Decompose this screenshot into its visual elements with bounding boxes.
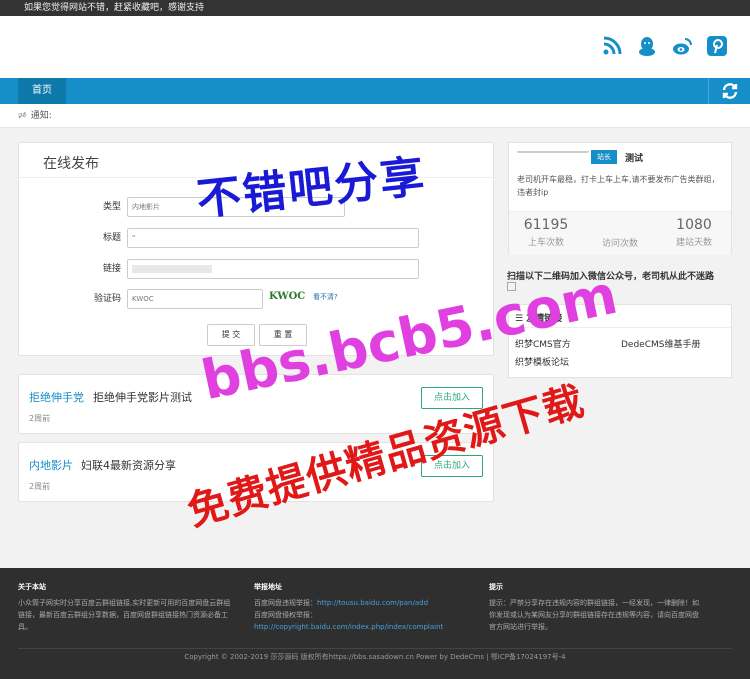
footer-about-title: 关于本站: [18, 583, 46, 591]
qr-caption: 扫描以下二维码加入微信公众号，老司机从此不迷路: [507, 272, 715, 282]
type-select[interactable]: 内地影片: [127, 197, 345, 217]
item-category[interactable]: 拒绝伸手党: [29, 389, 84, 405]
site-footer: 关于本站 小众筒子网实时分享百度云群组链接,实时更新可用的百度网盘云群组链接，最…: [0, 568, 750, 679]
qq-icon[interactable]: [636, 35, 658, 57]
captcha-input[interactable]: KWOC: [127, 289, 263, 309]
item-time: 2周前: [29, 414, 51, 423]
stat-value: 61195: [523, 217, 569, 233]
list-item: 拒绝伸手党 拒绝伸手党影片测试 2周前 点击加入: [18, 374, 494, 434]
social-icons: [601, 35, 728, 57]
stat-value: [585, 217, 655, 234]
type-label: 类型: [102, 202, 121, 212]
friend-link[interactable]: 织梦CMS官方: [515, 337, 571, 350]
captcha-image[interactable]: KWOC: [269, 289, 311, 305]
report-link-2[interactable]: http://copyright.baidu.com/index.php/ind…: [254, 623, 443, 631]
link-input[interactable]: [127, 259, 419, 279]
list-item: 内地影片 妇联4最新资源分享 2周前 点击加入: [18, 442, 494, 502]
stats-row: 61195 上车次数 访问次数 1080 建站天数: [509, 211, 731, 255]
top-notice-bar: 如果您觉得网站不错，赶紧收藏吧，感谢支持: [0, 0, 750, 16]
site-stats-card: 站长 测试 老司机开车最稳，打卡上车上车,请不要发布广告类群组，违者封ip 61…: [508, 142, 732, 255]
stat-label: 上车次数: [527, 238, 564, 248]
report-link-1[interactable]: http://tousu.baidu.com/pan/add: [317, 599, 428, 607]
divider: [509, 327, 731, 328]
admin-badge: 站长: [591, 150, 617, 164]
title-label: 标题: [102, 233, 121, 243]
site-header: [0, 16, 750, 78]
reset-button[interactable]: 重 置: [259, 324, 307, 346]
item-name[interactable]: 拒绝伸手党影片测试: [93, 389, 192, 405]
notice-label: 通知:: [30, 111, 52, 121]
refresh-button[interactable]: [708, 78, 750, 104]
footer-about: 关于本站 小众筒子网实时分享百度云群组链接,实时更新可用的百度网盘云群组链接，最…: [18, 582, 234, 633]
stat-rides: 61195 上车次数: [511, 217, 581, 248]
megaphone-icon: 🕫: [18, 111, 27, 121]
join-button[interactable]: 点击加入: [421, 455, 483, 477]
site-description: 老司机开车最稳，打卡上车上车,请不要发布广告类群组，违者封ip: [517, 175, 720, 197]
stat-days: 1080 建站天数: [659, 217, 729, 248]
footer-tip-text: 提示：严禁分享存在违规内容的群组链接，一经发现，一律删除！如你发现或认为某网友分…: [489, 599, 699, 631]
item-time: 2周前: [29, 482, 51, 491]
avatar: [517, 149, 589, 153]
footer-report: 举报地址 百度网盘违规举报：http://tousu.baidu.com/pan…: [254, 582, 470, 633]
main-nav: 首页: [0, 78, 750, 104]
form-title: 在线发布: [43, 156, 99, 172]
friend-links-card: ☰ 友情链接 织梦CMS官方 DedeCMS维基手册 织梦模板论坛: [508, 304, 732, 378]
captcha-label: 验证码: [93, 294, 121, 304]
item-name[interactable]: 妇联4最新资源分享: [81, 457, 176, 473]
weibo-icon[interactable]: [671, 35, 693, 57]
friend-link[interactable]: DedeCMS维基手册: [621, 337, 700, 350]
stat-value: 1080: [676, 217, 712, 233]
footer-tip: 提示 提示：严禁分享存在违规内容的群组链接，一经发现，一律删除！如你发现或认为某…: [489, 582, 705, 633]
footer-about-text: 小众筒子网实时分享百度云群组链接,实时更新可用的百度网盘云群组链接，最新百度云群…: [18, 599, 231, 631]
stat-visits: 访问次数: [585, 217, 655, 249]
user-name: 测试: [625, 154, 644, 164]
stat-label: 访问次数: [601, 239, 638, 249]
copyright: Copyright © 2002-2019 莎莎源码 版权所有https://b…: [18, 648, 732, 662]
friend-links-title: ☰ 友情链接: [515, 311, 562, 324]
link-label: 链接: [102, 264, 121, 274]
list-icon: ☰: [515, 314, 527, 324]
submit-button[interactable]: 提 交: [207, 324, 255, 346]
friend-link[interactable]: 织梦模板论坛: [515, 355, 569, 368]
divider: [19, 177, 493, 178]
item-category[interactable]: 内地影片: [29, 457, 73, 473]
refresh-icon: [722, 83, 737, 99]
top-notice-text: 如果您觉得网站不错，赶紧收藏吧，感谢支持: [24, 3, 205, 13]
rss-icon[interactable]: [601, 35, 623, 57]
stat-label: 建站天数: [675, 238, 712, 248]
pinterest-icon[interactable]: [706, 35, 728, 57]
title-input[interactable]: ": [127, 228, 419, 248]
captcha-refresh-link[interactable]: 看不清?: [313, 292, 338, 302]
footer-tip-title: 提示: [489, 583, 503, 591]
footer-report-title: 举报地址: [254, 583, 282, 591]
qr-code-image: [507, 282, 516, 291]
report-line-2: 百度网盘侵权举报：: [254, 611, 317, 619]
join-button[interactable]: 点击加入: [421, 387, 483, 409]
notice-bar: 🕫 通知:: [0, 104, 750, 128]
publish-form: 在线发布 类型 内地影片 标题 " 链接 验证码 KWOC KWOC 看不清? …: [18, 142, 494, 356]
report-line-1: 百度网盘违规举报：: [254, 599, 317, 607]
friend-links-label: 友情链接: [526, 314, 563, 324]
nav-home[interactable]: 首页: [18, 78, 66, 104]
